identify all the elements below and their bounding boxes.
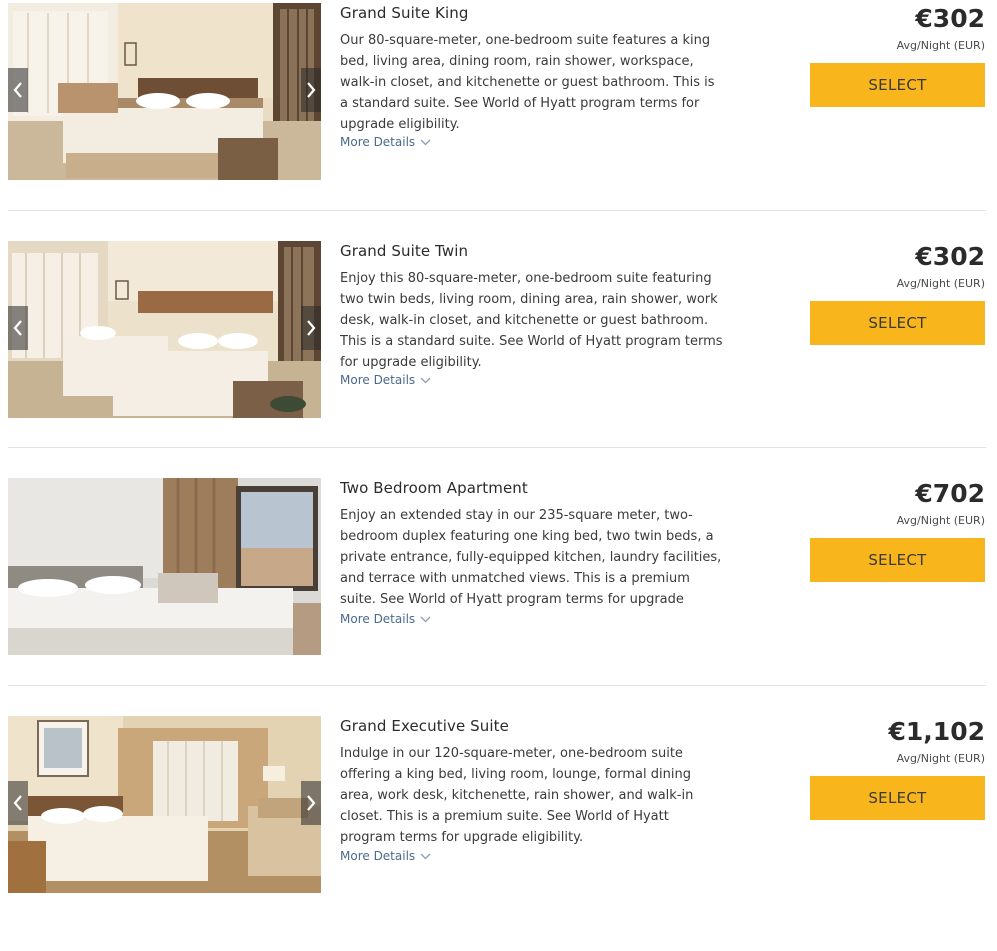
room-photo-carousel — [8, 478, 321, 655]
chevron-down-icon — [420, 139, 431, 145]
room-photo-carousel — [8, 716, 321, 893]
chevron-down-icon — [420, 377, 431, 383]
room-photo — [8, 478, 321, 655]
divider — [8, 447, 986, 448]
room-name: Two Bedroom Apartment — [340, 479, 528, 497]
room-card: Grand Suite Twin Enjoy this 80-square-me… — [0, 238, 997, 476]
more-details-label: More Details — [340, 135, 416, 149]
room-price: €302 — [915, 4, 985, 33]
select-button[interactable]: SELECT — [810, 63, 985, 107]
room-description: Enjoy this 80-square-meter, one-bedroom … — [340, 271, 723, 370]
divider — [8, 210, 986, 211]
room-photo — [8, 716, 321, 893]
room-photo — [8, 241, 321, 418]
more-details-label: More Details — [340, 612, 416, 626]
next-photo-button[interactable] — [301, 781, 321, 825]
room-description: Our 80-square-meter, one-bedroom suite f… — [340, 33, 715, 132]
more-details-link[interactable]: More Details — [340, 373, 431, 387]
room-card: Two Bedroom Apartment Enjoy an extended … — [0, 475, 997, 713]
room-name: Grand Executive Suite — [340, 717, 509, 735]
next-photo-button[interactable] — [301, 306, 321, 350]
price-note: Avg/Night (EUR) — [896, 39, 985, 52]
room-card: Grand Executive Suite Indulge in our 120… — [0, 713, 997, 951]
chevron-right-icon — [307, 795, 316, 811]
room-name: Grand Suite King — [340, 4, 469, 22]
more-details-label: More Details — [340, 849, 416, 863]
price-note: Avg/Night (EUR) — [896, 752, 985, 765]
room-photo-carousel — [8, 241, 321, 418]
chevron-down-icon — [420, 616, 431, 622]
room-name: Grand Suite Twin — [340, 242, 469, 260]
chevron-left-icon — [13, 320, 22, 336]
room-price: €1,102 — [888, 717, 985, 746]
room-card: Grand Suite King Our 80-square-meter, on… — [0, 0, 997, 238]
room-description: Indulge in our 120-square-meter, one-bed… — [340, 746, 694, 845]
previous-photo-button[interactable] — [8, 68, 28, 112]
price-note: Avg/Night (EUR) — [896, 277, 985, 290]
chevron-right-icon — [307, 320, 316, 336]
room-price: €302 — [915, 242, 985, 271]
previous-photo-button[interactable] — [8, 781, 28, 825]
more-details-link[interactable]: More Details — [340, 612, 431, 626]
more-details-label: More Details — [340, 373, 416, 387]
price-note: Avg/Night (EUR) — [896, 514, 985, 527]
chevron-left-icon — [13, 82, 22, 98]
chevron-down-icon — [420, 853, 431, 859]
more-details-link[interactable]: More Details — [340, 849, 431, 863]
chevron-right-icon — [307, 82, 316, 98]
room-photo — [8, 3, 321, 180]
room-description: Enjoy an extended stay in our 235-square… — [340, 508, 722, 607]
room-price: €702 — [915, 479, 985, 508]
more-details-link[interactable]: More Details — [340, 135, 431, 149]
select-button[interactable]: SELECT — [810, 776, 985, 820]
divider — [8, 685, 986, 686]
next-photo-button[interactable] — [301, 68, 321, 112]
previous-photo-button[interactable] — [8, 306, 28, 350]
select-button[interactable]: SELECT — [810, 538, 985, 582]
room-photo-carousel — [8, 3, 321, 180]
select-button[interactable]: SELECT — [810, 301, 985, 345]
chevron-left-icon — [13, 795, 22, 811]
